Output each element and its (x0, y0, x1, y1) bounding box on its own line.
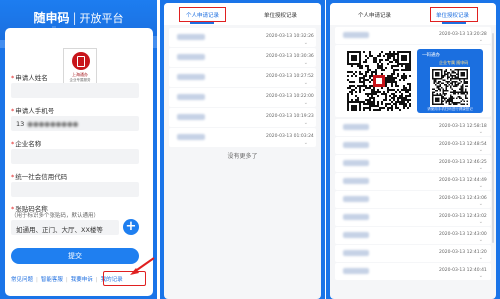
credit-code-label: *统一社会信用代码 (11, 173, 68, 181)
chevron-down-icon[interactable]: ⌄ (479, 130, 483, 135)
record-time: 2020-03-13 10:19:23 (266, 114, 314, 119)
chevron-down-icon[interactable]: ⌄ (304, 101, 308, 106)
chevron-down-icon[interactable]: ⌄ (479, 148, 483, 153)
record-row[interactable]: 2020-03-13 12:43:00 ⌄ (335, 227, 491, 244)
platform-name: 开放平台 (79, 12, 124, 25)
record-row[interactable]: 2020-03-13 12:43:02 ⌄ (335, 209, 491, 226)
record-name-redacted (343, 142, 369, 148)
record-name-redacted (343, 160, 369, 166)
credit-code-field[interactable] (11, 182, 139, 197)
record-row[interactable]: 2020-03-13 13:20:28 ⌄ (335, 27, 491, 44)
poster-title: 一码通办 (422, 53, 440, 58)
chevron-down-icon[interactable]: ⌄ (304, 41, 308, 46)
chevron-down-icon[interactable]: ⌄ (479, 202, 483, 207)
company-records-screen: 个人申请记录 单位授权记录 一码通办 企业专属 随申码 请使用手机扫码进行健康登… (326, 0, 500, 299)
poster-qr-code (430, 67, 470, 107)
scrollbar[interactable] (492, 33, 494, 243)
record-row[interactable]: 2020-03-13 12:44:49 ⌄ (335, 173, 491, 190)
record-name-redacted (343, 32, 369, 38)
faq-link[interactable]: 常见问题 (11, 275, 33, 283)
chevron-down-icon[interactable]: ⌄ (304, 141, 308, 146)
poster-subtitle: 企业专属 随申码 (439, 60, 469, 65)
record-name-redacted (177, 114, 205, 120)
record-name-redacted (177, 94, 205, 100)
applicant-phone-field[interactable]: 13 ●●●●●●●●● (11, 116, 139, 131)
annotation-arrow-icon (130, 257, 155, 275)
active-tab-indicator (190, 22, 214, 24)
record-name-redacted (343, 124, 369, 130)
records-container: 个人申请记录 单位授权记录 一码通办 企业专属 随申码 请使用手机扫码进行健康登… (330, 3, 496, 299)
record-row[interactable]: 2020-03-13 12:41:20 ⌄ (335, 245, 491, 262)
record-name-redacted (177, 54, 205, 60)
record-row[interactable]: 2020-03-13 12:40:41 ⌄ (335, 263, 491, 280)
record-time: 2020-03-13 10:32:26 (266, 34, 314, 39)
records-tab-bar: 个人申请记录 单位授权记录 (330, 3, 496, 25)
applicant-name-label: *申请人姓名 (11, 74, 48, 82)
applicant-phone-label: *申请人手机号 (11, 107, 55, 115)
record-name-redacted (177, 74, 205, 80)
record-name-redacted (177, 134, 205, 140)
smart-service-link[interactable]: 智能客服 (41, 275, 63, 283)
chevron-down-icon[interactable]: ⌄ (479, 220, 483, 225)
record-row[interactable]: 2020-03-13 10:30:36 ⌄ (169, 48, 316, 67)
record-time: 2020-03-13 10:22:00 (266, 94, 314, 99)
record-name-redacted (343, 232, 369, 238)
record-time: 2020-03-13 10:27:52 (266, 74, 314, 79)
qr-code-image (347, 51, 411, 111)
record-name-redacted (343, 196, 369, 202)
record-name-redacted (177, 34, 205, 40)
record-time: 2020-03-13 01:03:24 (266, 134, 314, 139)
logo-emblem-icon (72, 52, 90, 70)
applicant-name-field[interactable] (11, 83, 139, 98)
app-name: 随申码 (33, 11, 70, 25)
app-title: 随申码 | 开放平台 (0, 9, 157, 26)
record-row[interactable]: 2020-03-13 12:58:18 ⌄ (335, 119, 491, 136)
record-row[interactable]: 2020-03-13 10:32:26 ⌄ (169, 28, 316, 47)
company-name-field[interactable] (11, 149, 139, 164)
service-logo: 上海通办 企业专属服务 (63, 48, 97, 86)
active-tab-indicator (442, 22, 466, 24)
record-row[interactable]: 2020-03-13 10:19:23 ⌄ (169, 108, 316, 127)
tab-personal-records[interactable]: 个人申请记录 (358, 11, 391, 19)
chevron-down-icon[interactable]: ⌄ (304, 81, 308, 86)
company-name-label: *企业名称 (11, 140, 42, 148)
add-sticker-button[interactable]: + (123, 219, 139, 235)
no-more-text: 没有更多了 (227, 153, 258, 160)
record-name-redacted (343, 178, 369, 184)
title-separator: | (72, 11, 77, 25)
record-row[interactable]: 2020-03-13 10:22:00 ⌄ (169, 88, 316, 107)
poster-footer: 请使用手机扫码进行健康登记 (427, 107, 473, 111)
chevron-down-icon[interactable]: ⌄ (479, 166, 483, 171)
sticker-name-hint: （用于标识多个张贴码，默认通用） (11, 213, 100, 219)
record-row[interactable]: 2020-03-13 10:27:52 ⌄ (169, 68, 316, 87)
chevron-down-icon[interactable]: ⌄ (304, 61, 308, 66)
record-name-redacted (343, 268, 369, 274)
sticker-name-field[interactable]: 如通用、正门、大厅、XX楼等 (11, 220, 119, 235)
qr-code-card[interactable]: 一码通办 企业专属 随申码 请使用手机扫码进行健康登记 (335, 45, 491, 117)
chevron-down-icon[interactable]: ⌄ (479, 38, 483, 43)
chevron-down-icon[interactable]: ⌄ (304, 121, 308, 126)
chevron-down-icon[interactable]: ⌄ (479, 238, 483, 243)
record-time: 2020-03-13 10:30:36 (266, 54, 314, 59)
record-name-redacted (343, 250, 369, 256)
record-row[interactable]: 2020-03-13 12:43:06 ⌄ (335, 191, 491, 208)
qr-poster-image: 一码通办 企业专属 随申码 请使用手机扫码进行健康登记 (417, 49, 483, 113)
record-row[interactable]: 2020-03-13 12:48:54 ⌄ (335, 137, 491, 154)
chevron-down-icon[interactable]: ⌄ (479, 184, 483, 189)
chevron-down-icon[interactable]: ⌄ (479, 274, 483, 279)
records-tab-bar: 个人申请记录 单位授权记录 (164, 3, 321, 25)
tab-highlight-box (430, 7, 478, 22)
personal-records-screen: 个人申请记录 单位授权记录 2020-03-13 10:32:26 ⌄ 2020-0… (160, 0, 325, 299)
application-form-screen: 随申码 | 开放平台 上海通办 企业专属服务 *申请人姓名 *申请人手机号 13 ●●… (0, 0, 157, 299)
appeal-link[interactable]: 我要申诉 (71, 275, 93, 283)
record-row[interactable]: 2020-03-13 01:03:24 ⌄ (169, 128, 316, 147)
record-row[interactable]: 2020-03-13 12:46:25 ⌄ (335, 155, 491, 172)
records-container: 个人申请记录 单位授权记录 2020-03-13 10:32:26 ⌄ 2020-0… (164, 3, 321, 299)
record-name-redacted (343, 214, 369, 220)
tab-company-records[interactable]: 单位授权记录 (264, 11, 297, 19)
records-list: 2020-03-13 10:32:26 ⌄ 2020-03-13 10:30:36 ⌄… (169, 28, 316, 148)
chevron-down-icon[interactable]: ⌄ (479, 256, 483, 261)
tab-highlight-box (179, 7, 226, 22)
